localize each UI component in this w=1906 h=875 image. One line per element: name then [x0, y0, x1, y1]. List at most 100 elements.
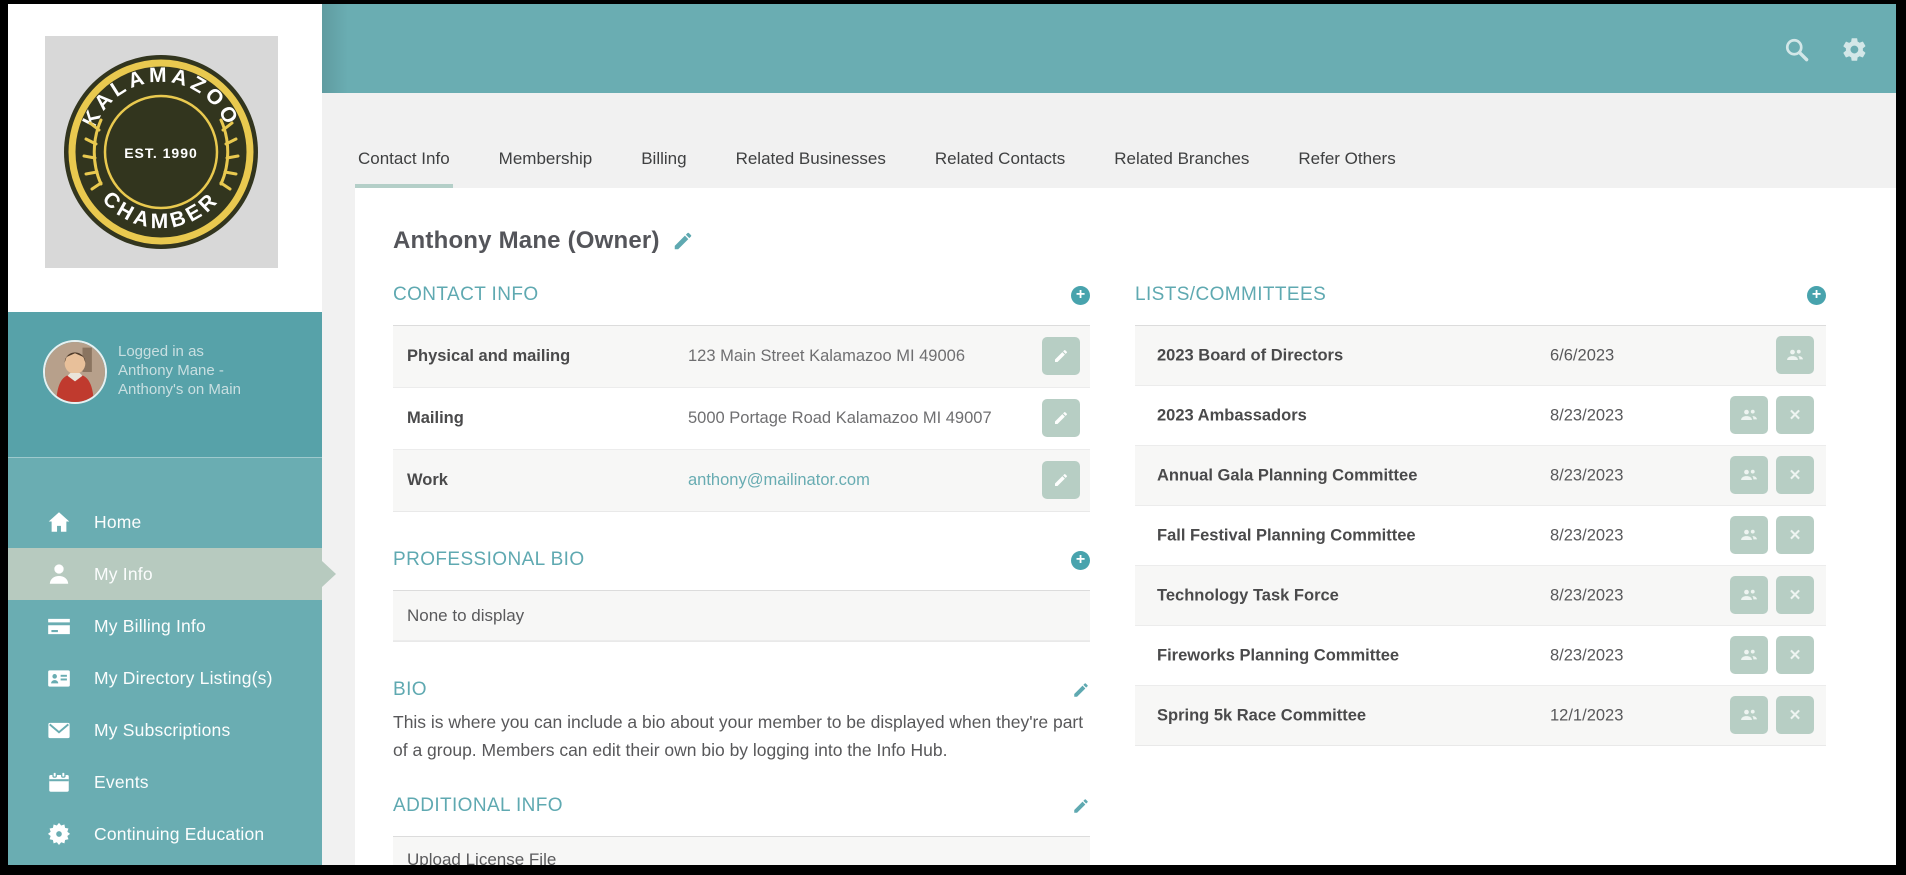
committee-name: Fall Festival Planning Committee: [1157, 526, 1416, 544]
committee-remove-button[interactable]: [1776, 516, 1814, 554]
edit-additional-info-pencil-icon[interactable]: [1072, 797, 1090, 815]
committee-name: 2023 Board of Directors: [1157, 346, 1344, 364]
professional-bio-empty-row: None to display: [393, 591, 1090, 641]
sidebar-item-my-info[interactable]: My Info: [8, 548, 336, 600]
tab-related-branches[interactable]: Related Branches: [1111, 142, 1252, 188]
card-icon: [46, 613, 72, 639]
logged-in-text: Logged in as Anthony Mane - Anthony's on…: [118, 342, 298, 399]
sidebar-item-my-subscriptions[interactable]: My Subscriptions: [8, 704, 322, 756]
window-frame: KALAMAZOO CHAMBER EST. 1990 Logged in as…: [0, 0, 1906, 875]
committee-remove-button[interactable]: [1776, 456, 1814, 494]
edit-contact-button[interactable]: [1042, 461, 1080, 499]
committee-remove-button[interactable]: [1776, 396, 1814, 434]
logged-in-line1: Logged in as: [118, 343, 204, 360]
gear-icon[interactable]: [1841, 36, 1868, 63]
tab-refer-others[interactable]: Refer Others: [1295, 142, 1398, 188]
contact-info-row: Physical and mailing 123 Main Street Kala…: [393, 326, 1090, 388]
tab-membership[interactable]: Membership: [496, 142, 596, 188]
logged-in-line3: Anthony's on Main: [118, 381, 241, 398]
tab-bar: Contact Info Membership Billing Related Bus…: [322, 93, 1896, 188]
sidebar-item-label: Home: [94, 511, 142, 532]
contact-row-email-link[interactable]: anthony@mailinator.com: [688, 471, 870, 490]
lists-committees-list: 2023 Board of Directors 6/6/2023 2023 Amba…: [1135, 325, 1826, 746]
tab-billing[interactable]: Billing: [638, 142, 689, 188]
main-area: Contact Info Membership Billing Related Bus…: [322, 4, 1896, 865]
contact-row-label: Work: [407, 471, 448, 489]
committee-remove-button[interactable]: [1776, 576, 1814, 614]
logged-in-panel: Logged in as Anthony Mane - Anthony's on…: [8, 312, 322, 457]
logged-in-line2: Anthony Mane -: [118, 362, 224, 379]
committee-name: Fireworks Planning Committee: [1157, 646, 1400, 664]
sidebar-item-my-directory-listings[interactable]: My Directory Listing(s): [8, 652, 322, 704]
committee-date: 8/23/2023: [1550, 526, 1624, 544]
committee-remove-button[interactable]: [1776, 696, 1814, 734]
committee-date: 12/1/2023: [1550, 706, 1624, 724]
tab-related-businesses[interactable]: Related Businesses: [733, 142, 889, 188]
logo-center-text: EST. 1990: [124, 145, 198, 161]
sidebar-item-label: Events: [94, 771, 149, 792]
committee-members-button[interactable]: [1730, 576, 1768, 614]
edit-name-pencil-icon[interactable]: [672, 230, 694, 252]
committee-date: 8/23/2023: [1550, 646, 1624, 664]
calendar-icon: [46, 769, 72, 795]
sidebar-item-my-billing-info[interactable]: My Billing Info: [8, 600, 322, 652]
left-column: CONTACT INFO Physical and mailing 123 Mai…: [393, 283, 1090, 865]
sidebar-item-continuing-education[interactable]: Continuing Education: [8, 808, 322, 860]
upload-license-label: Upload License File: [407, 850, 557, 865]
upload-license-row[interactable]: Upload License File: [393, 837, 1090, 865]
chamber-logo: KALAMAZOO CHAMBER EST. 1990: [45, 36, 278, 268]
committee-name: Annual Gala Planning Committee: [1157, 466, 1418, 484]
additional-info-title: ADDITIONAL INFO: [393, 795, 563, 816]
sidebar-item-label: My Billing Info: [94, 615, 206, 636]
sidebar-item-events[interactable]: Events: [8, 756, 322, 808]
edit-bio-pencil-icon[interactable]: [1072, 681, 1090, 699]
committee-members-button[interactable]: [1776, 336, 1814, 374]
contact-row-value: 5000 Portage Road Kalamazoo MI 49007: [688, 409, 992, 427]
committee-members-button[interactable]: [1730, 456, 1768, 494]
contact-info-title: CONTACT INFO: [393, 284, 539, 305]
add-list-committee-button[interactable]: [1807, 285, 1826, 305]
committee-date: 8/23/2023: [1550, 406, 1624, 424]
contact-info-row: Work anthony@mailinator.com: [393, 450, 1090, 511]
chamber-logo-badge: KALAMAZOO CHAMBER EST. 1990: [64, 55, 258, 249]
sidebar-nav: Home My Info My Billing Info My Directory L…: [8, 457, 336, 865]
committee-members-button[interactable]: [1730, 696, 1768, 734]
add-professional-bio-button[interactable]: [1071, 550, 1090, 570]
rosette-icon: [46, 821, 72, 847]
contact-row-label: Mailing: [407, 409, 464, 427]
avatar: [43, 340, 107, 404]
contact-info-row: Mailing 5000 Portage Road Kalamazoo MI 49…: [393, 388, 1090, 450]
search-icon[interactable]: [1783, 36, 1810, 63]
committee-date: 6/6/2023: [1550, 346, 1615, 364]
committee-members-button[interactable]: [1730, 396, 1768, 434]
envelope-icon: [46, 717, 72, 743]
sidebar-item-label: Continuing Education: [94, 823, 265, 844]
committee-remove-button[interactable]: [1776, 636, 1814, 674]
lists-committees-title: LISTS/COMMITTEES: [1135, 284, 1327, 305]
add-contact-info-button[interactable]: [1071, 285, 1090, 305]
professional-bio-empty-text: None to display: [407, 605, 525, 625]
committee-row: Fall Festival Planning Committee 8/23/202…: [1135, 506, 1826, 566]
committee-row: 2023 Board of Directors 6/6/2023: [1135, 326, 1826, 386]
contact-row-value: 123 Main Street Kalamazoo MI 49006: [688, 347, 965, 365]
committee-members-button[interactable]: [1730, 516, 1768, 554]
home-icon: [46, 509, 72, 535]
app-screen: KALAMAZOO CHAMBER EST. 1990 Logged in as…: [8, 4, 1896, 865]
committee-date: 8/23/2023: [1550, 466, 1624, 484]
professional-bio-title: PROFESSIONAL BIO: [393, 549, 585, 570]
committee-row: Spring 5k Race Committee 12/1/2023: [1135, 686, 1826, 745]
committee-row: Fireworks Planning Committee 8/23/2023: [1135, 626, 1826, 686]
committee-name: Spring 5k Race Committee: [1157, 706, 1367, 724]
contact-row-label: Physical and mailing: [407, 347, 571, 365]
edit-contact-button[interactable]: [1042, 337, 1080, 375]
sidebar-item-label: My Info: [94, 563, 153, 584]
sidebar-item-home[interactable]: Home: [8, 496, 322, 548]
committee-members-button[interactable]: [1730, 636, 1768, 674]
idcard-icon: [46, 665, 72, 691]
committee-name: 2023 Ambassadors: [1157, 406, 1307, 424]
contact-info-list: Physical and mailing 123 Main Street Kala…: [393, 325, 1090, 512]
tab-related-contacts[interactable]: Related Contacts: [932, 142, 1068, 188]
bio-title: BIO: [393, 679, 427, 700]
tab-contact-info[interactable]: Contact Info: [355, 142, 453, 188]
edit-contact-button[interactable]: [1042, 399, 1080, 437]
